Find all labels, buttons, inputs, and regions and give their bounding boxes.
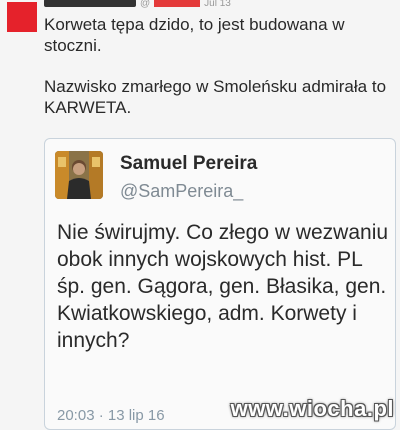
reply-header: @ Jul 13 xyxy=(44,0,231,10)
reply-paragraph-2: Nazwisko zmarłego w Smoleńsku admirała t… xyxy=(44,77,387,117)
site-watermark: www.wiocha.pl xyxy=(230,396,394,421)
quoted-author-handle[interactable]: @SamPereira_ xyxy=(120,181,243,202)
reply-time[interactable]: Jul 13 xyxy=(204,0,231,9)
quoted-author-avatar[interactable] xyxy=(55,151,103,199)
reply-tweet: @ Jul 13 Korweta tępa dzido, to jest bud… xyxy=(0,0,400,430)
redacted-display-name xyxy=(44,0,136,7)
reply-body: Korweta tępa dzido, to jest budowana w s… xyxy=(44,14,394,138)
quoted-author-name[interactable]: Samuel Pereira xyxy=(120,153,257,175)
redacted-avatar[interactable] xyxy=(7,2,37,32)
quoted-tweet-text: Nie świrujmy. Co złego w wezwaniu obok i… xyxy=(57,221,389,352)
reply-handle-fragment: @ xyxy=(140,0,151,9)
quoted-tweet-card[interactable]: Samuel Pereira @SamPereira_ Nie świrujmy… xyxy=(44,138,396,430)
redacted-handle xyxy=(154,0,201,7)
avatar-photo-icon xyxy=(55,151,103,199)
quoted-tweet-timestamp[interactable]: 20:03 · 13 lip 16 xyxy=(57,407,165,424)
reply-paragraph-1: Korweta tępa dzido, to jest budowana w s… xyxy=(44,15,345,55)
